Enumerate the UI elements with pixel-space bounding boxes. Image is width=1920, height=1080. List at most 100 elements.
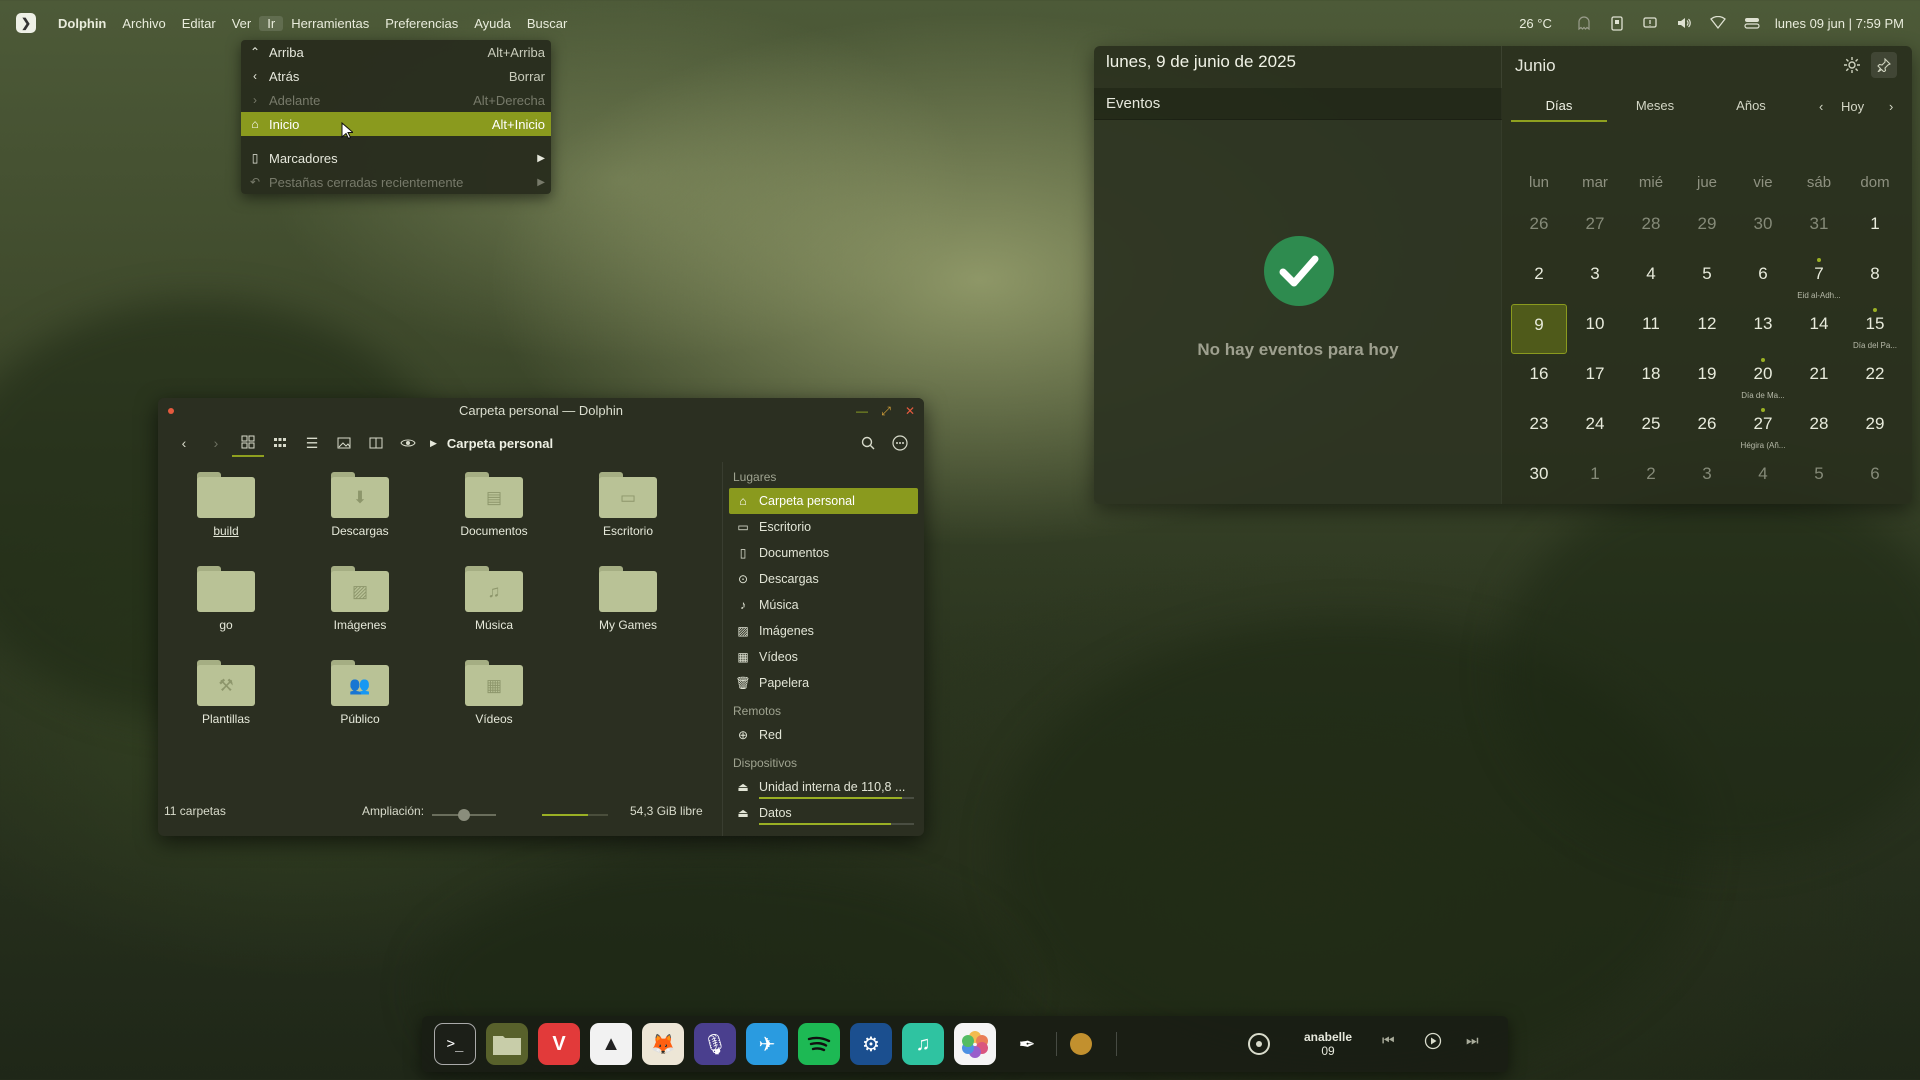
vinyl-record-icon[interactable] [1238,1023,1280,1065]
more-options-icon[interactable] [884,429,916,457]
calendar-day[interactable]: 28 [1791,404,1847,454]
podcast-icon[interactable]: 🎙 [694,1023,736,1065]
calendar-day[interactable]: 25 [1623,404,1679,454]
back-icon[interactable]: ‹ [168,429,200,457]
ghost-icon[interactable] [1567,15,1601,31]
places-item[interactable]: ▨ Imágenes [723,618,924,644]
photos-icon[interactable] [954,1023,996,1065]
calendar-day[interactable]: 11 [1623,304,1679,354]
window-menu-icon[interactable] [168,408,174,414]
telegram-icon[interactable]: ✈ [746,1023,788,1065]
color-swatch-icon[interactable] [1060,1023,1102,1065]
file-item[interactable]: ⚒ Plantillas [166,660,286,726]
color-picker-icon[interactable]: ✒ [1006,1023,1048,1065]
calendar-day[interactable]: 31 [1791,204,1847,254]
places-item[interactable]: ⏏ Unidad interna de 110,8 ... [723,774,924,800]
today-button[interactable]: Hoy [1841,92,1864,122]
calendar-day[interactable]: 4 [1735,454,1791,504]
calendar-day[interactable]: 12 [1679,304,1735,354]
calendar-day[interactable]: 3 [1679,454,1735,504]
maximize-icon[interactable]: ⤢ [876,398,896,424]
file-manager-icon[interactable] [486,1023,528,1065]
next-month-icon[interactable]: › [1889,92,1893,122]
weather-temperature[interactable]: 26 °C [1510,16,1561,31]
calendar-day[interactable]: 16 [1511,354,1567,404]
eye-icon[interactable] [392,429,424,457]
zoom-slider[interactable] [432,809,496,821]
wifi-icon[interactable] [1701,16,1735,30]
next-track-icon[interactable]: ⏭ [1466,1032,1479,1049]
gimp-icon[interactable]: 🦊 [642,1023,684,1065]
calendar-day[interactable]: 22 [1847,354,1903,404]
volume-icon[interactable] [1667,15,1701,31]
pin-icon[interactable] [1871,52,1897,78]
calendar-day[interactable]: 29 [1679,204,1735,254]
calendar-day[interactable]: 5 [1791,454,1847,504]
details-view-icon[interactable]: ☰ [296,429,328,457]
calendar-day[interactable]: 6 [1735,254,1791,304]
menu-ir[interactable]: Ir [259,15,284,31]
calendar-day[interactable]: 7 Eid al-Adh... [1791,254,1847,304]
places-item[interactable]: ▦ Vídeos [723,644,924,670]
places-item[interactable]: ▭ Escritorio [723,514,924,540]
calendar-day[interactable]: 30 [1735,204,1791,254]
notifications-icon[interactable] [1633,15,1667,31]
file-item[interactable]: ⬇ Descargas [300,472,420,538]
file-item[interactable]: ▤ Documentos [434,472,554,538]
calendar-day[interactable]: 1 [1567,454,1623,504]
places-item[interactable]: ♪ Música [723,592,924,618]
calendar-day-today[interactable]: 9 [1511,304,1567,354]
calendar-day[interactable]: 26 [1679,404,1735,454]
calendar-day[interactable]: 18 [1623,354,1679,404]
calendar-day[interactable]: 6 [1847,454,1903,504]
split-view-icon[interactable] [360,429,392,457]
calendar-day[interactable]: 3 [1567,254,1623,304]
places-item[interactable]: ⊙ Descargas [723,566,924,592]
calendar-day[interactable]: 2 [1623,454,1679,504]
places-item[interactable]: ⏏ Datos [723,800,924,826]
calendar-day[interactable]: 28 [1623,204,1679,254]
file-item[interactable]: ▭ Escritorio [568,472,688,538]
places-item[interactable]: 🗑 Papelera [723,670,924,696]
menu-item-marcadores[interactable]: ▯ Marcadores ▶ [241,146,551,170]
file-item[interactable]: build [166,472,286,538]
file-item[interactable]: ▦ Vídeos [434,660,554,726]
calendar-day[interactable]: 27 Hégira (Añ... [1735,404,1791,454]
file-item[interactable]: go [166,566,286,632]
steam-icon[interactable]: ⚙ [850,1023,892,1065]
calendar-day[interactable]: 26 [1511,204,1567,254]
vivaldi-icon[interactable]: V [538,1023,580,1065]
menu-item-pestanas-cerradas[interactable]: ↶ Pestañas cerradas recientemente ▶ [241,170,551,194]
calendar-day[interactable]: 30 [1511,454,1567,504]
calendar-day[interactable]: 15 Día del Pa... [1847,304,1903,354]
places-item[interactable]: ⌂ Carpeta personal [729,488,918,514]
menu-buscar[interactable]: Buscar [519,16,575,31]
terminal-icon[interactable]: >_ [434,1023,476,1065]
file-item[interactable]: ▨ Imágenes [300,566,420,632]
menu-editar[interactable]: Editar [174,16,224,31]
inkscape-icon[interactable]: ▲ [590,1023,632,1065]
menu-item-inicio[interactable]: ⌂ Inicio Alt+Inicio [241,112,551,140]
file-item[interactable]: My Games [568,566,688,632]
menu-herramientas[interactable]: Herramientas [283,16,377,31]
calendar-day[interactable]: 20 Día de Ma... [1735,354,1791,404]
menu-ver[interactable]: Ver [224,16,260,31]
menu-app-name[interactable]: Dolphin [50,16,114,31]
search-icon[interactable] [852,429,884,457]
tab-meses[interactable]: Meses [1607,92,1703,122]
previous-track-icon[interactable]: ⏮ [1382,1032,1395,1049]
calendar-day[interactable]: 5 [1679,254,1735,304]
app-launcher-icon[interactable]: ❯ [16,13,36,33]
places-item[interactable]: ▯ Documentos [723,540,924,566]
calendar-day[interactable]: 23 [1511,404,1567,454]
calendar-day[interactable]: 19 [1679,354,1735,404]
close-icon[interactable]: ✕ [900,398,920,424]
clock[interactable]: lunes 09 jun | 7:59 PM [1769,16,1912,31]
menu-archivo[interactable]: Archivo [114,16,173,31]
tab-anos[interactable]: Años [1703,92,1799,122]
menu-item-atras[interactable]: ‹ Atrás Borrar [241,64,551,88]
places-item[interactable]: ⊕ Red [723,722,924,748]
spotify-icon[interactable] [798,1023,840,1065]
calendar-day[interactable]: 8 [1847,254,1903,304]
calendar-day[interactable]: 13 [1735,304,1791,354]
